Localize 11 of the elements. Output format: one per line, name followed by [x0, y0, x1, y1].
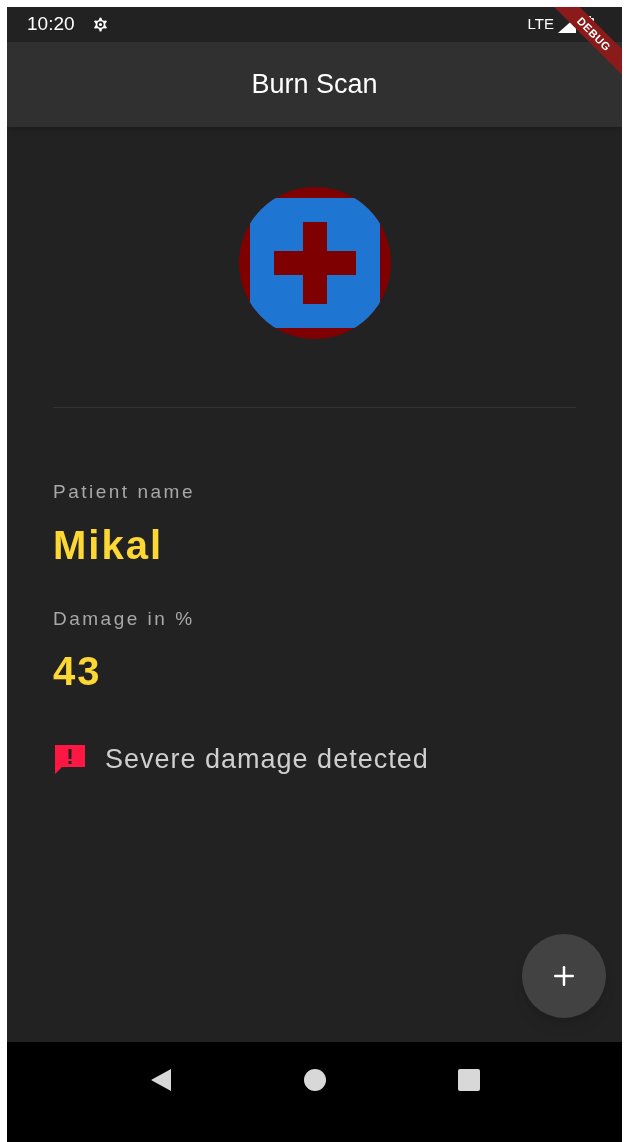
recents-icon[interactable]: [456, 1068, 481, 1092]
network-label: LTE: [527, 14, 554, 35]
status-time: 10:20: [27, 12, 75, 37]
damage-label: Damage in %: [53, 606, 196, 631]
app-title: Burn Scan: [251, 68, 378, 102]
alert-message: Severe damage detected: [105, 743, 429, 776]
home-icon[interactable]: [302, 1068, 327, 1092]
damage-value: 43: [53, 648, 103, 695]
patient-name-label: Patient name: [53, 480, 196, 504]
alert-icon: [53, 743, 87, 776]
patient-name: Mikal: [53, 521, 165, 569]
